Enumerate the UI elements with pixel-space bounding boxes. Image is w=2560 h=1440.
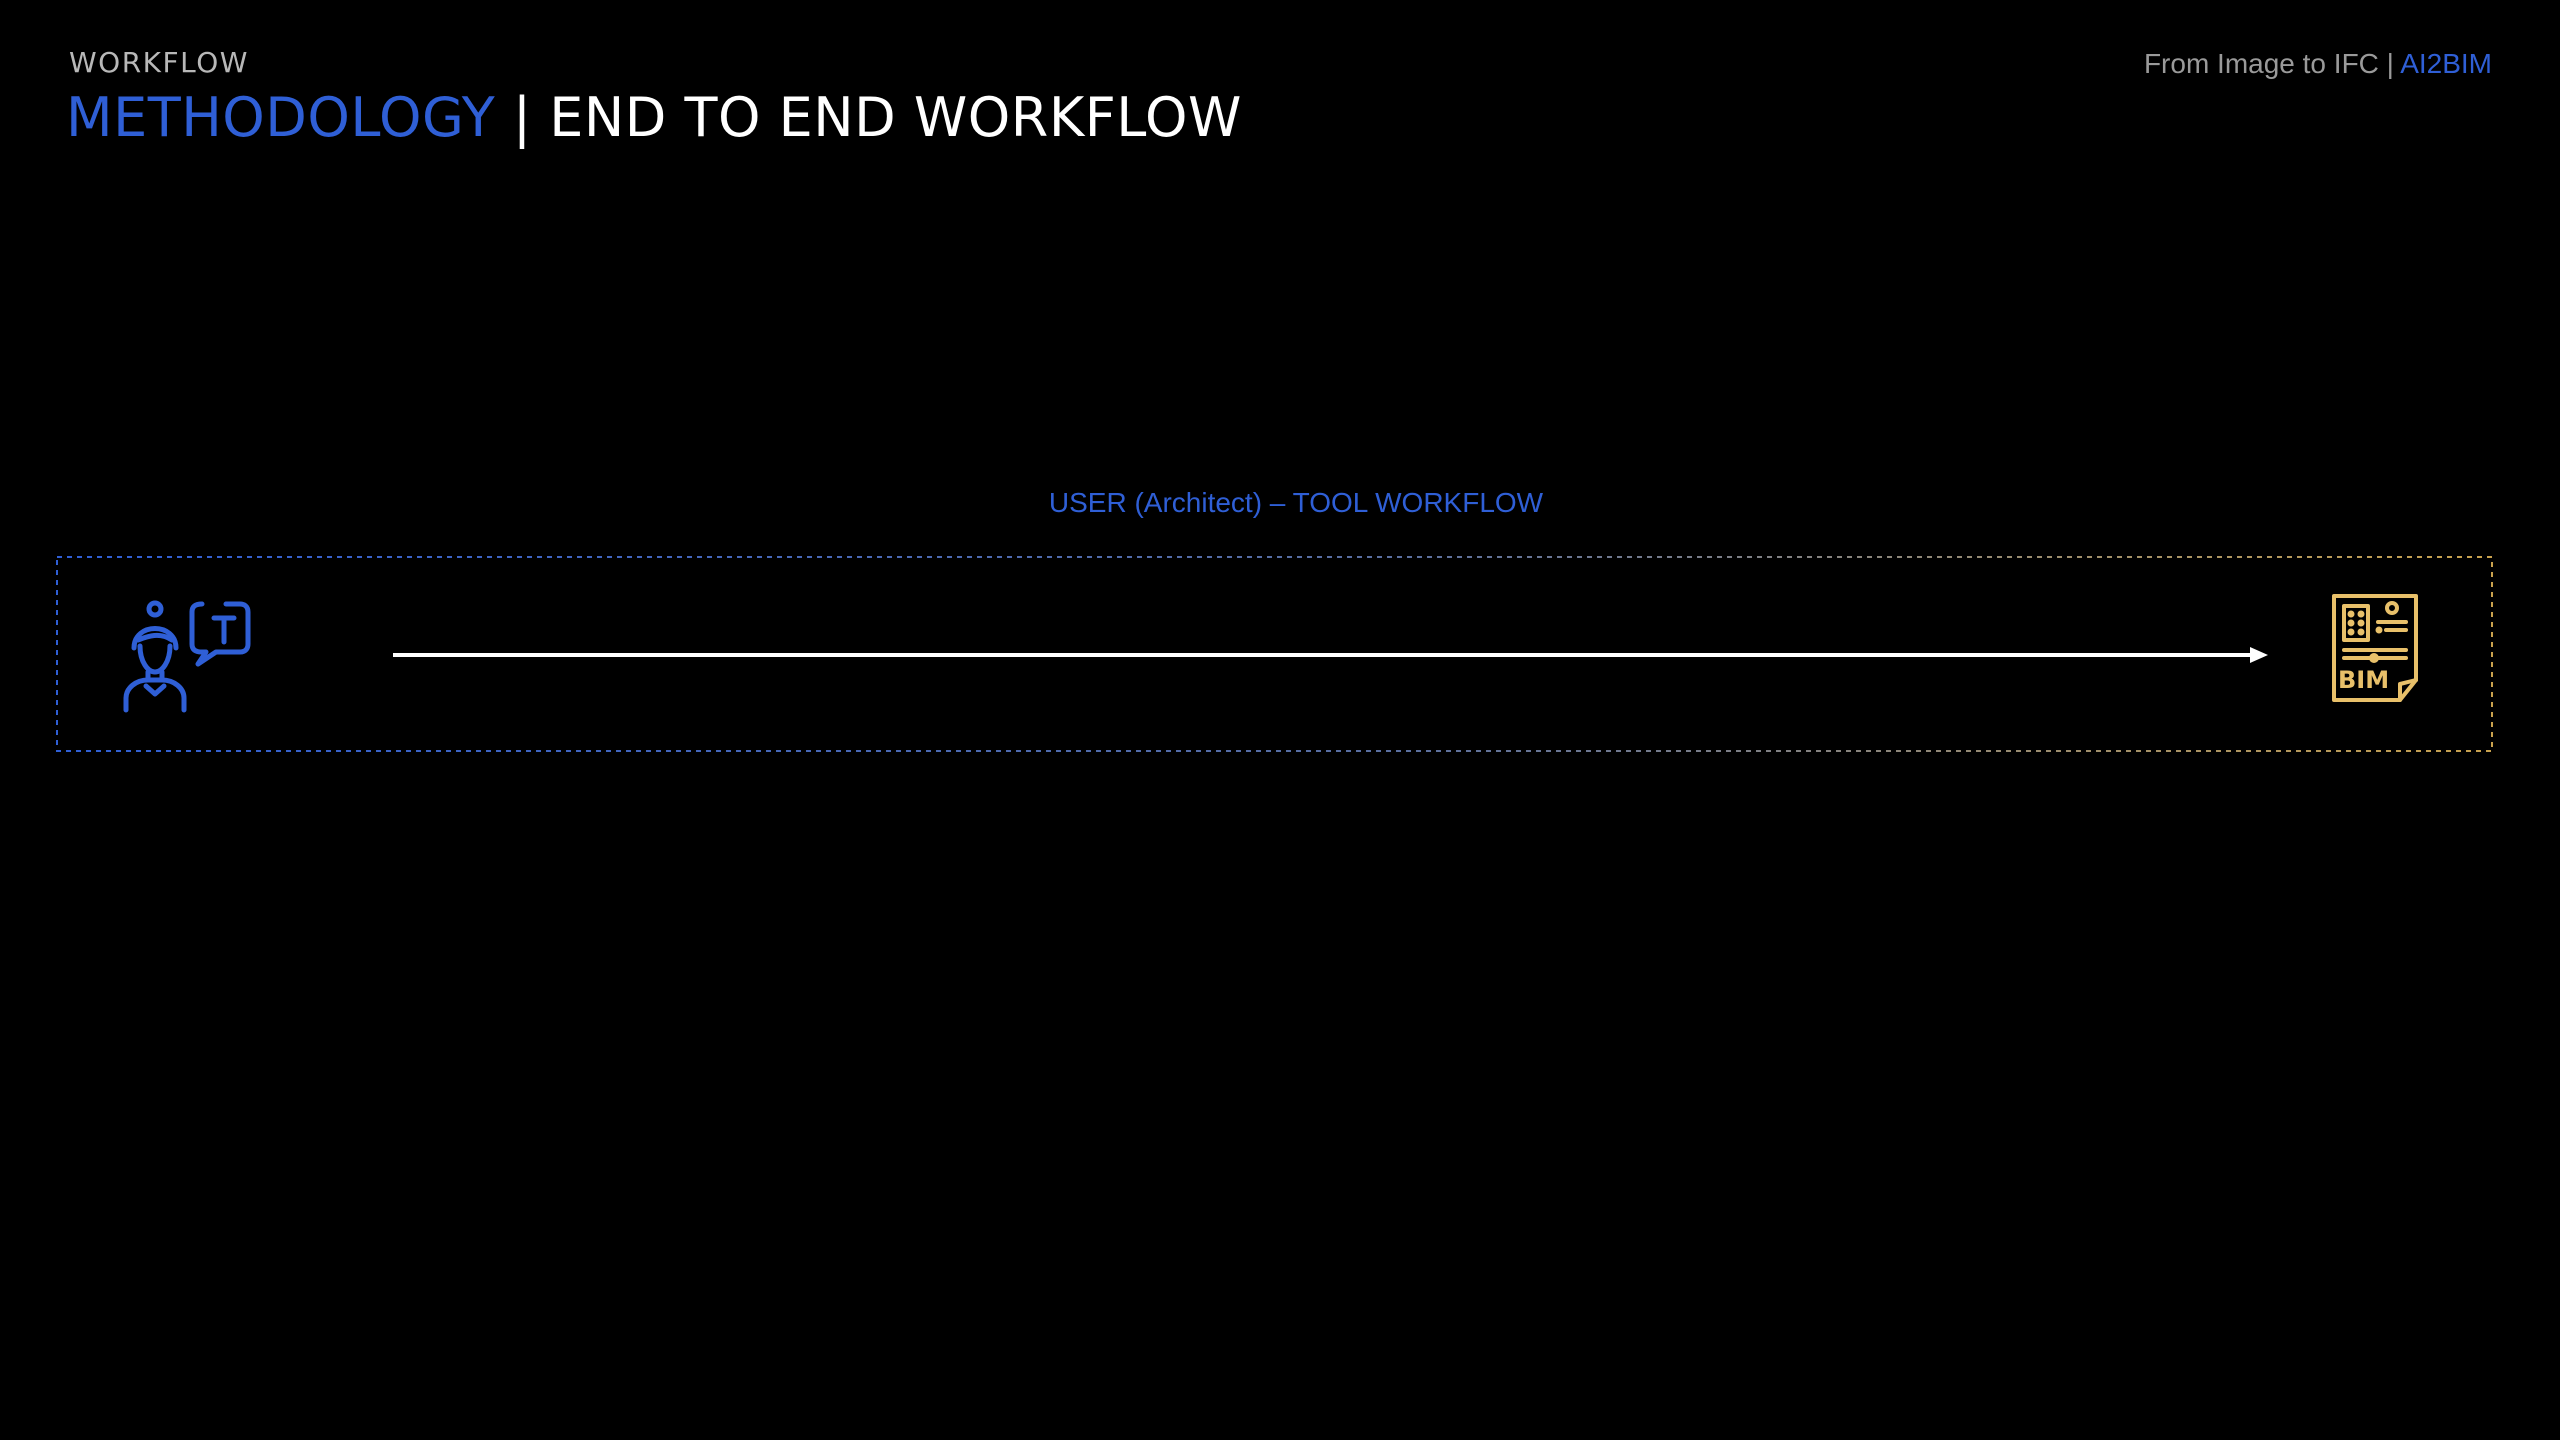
- page-title-rest: | END TO END WORKFLOW: [495, 86, 1242, 149]
- bim-document-icon: BIM: [2332, 594, 2418, 702]
- workflow-title: USER (Architect) – TOOL WORKFLOW: [1048, 487, 1544, 518]
- header-brand: AI2BIM: [2400, 48, 2492, 79]
- workflow-arrow: [393, 647, 2268, 663]
- architect-speech-icon: [123, 600, 251, 713]
- page-title-accent: METHODOLOGY: [66, 86, 496, 149]
- bim-icon-label: BIM: [2338, 666, 2389, 694]
- section-label: WORKFLOW: [69, 46, 249, 79]
- workflow-container: BIM: [56, 556, 2493, 752]
- page-title: METHODOLOGY | END TO END WORKFLOW: [66, 86, 1242, 149]
- header-project-text: From Image to IFC |: [2143, 48, 2401, 79]
- header-project-label: From Image to IFC | AI2BIM: [2144, 48, 2492, 80]
